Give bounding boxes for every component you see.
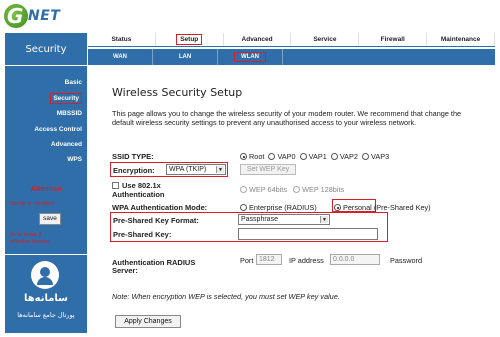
gnet-logo: G NET: [2, 1, 64, 31]
ssid-root-radio[interactable]: [240, 153, 247, 160]
radius-port-input[interactable]: 1812: [256, 254, 282, 265]
sidebar: Basic Security MBSSID Access Control Adv…: [5, 66, 87, 254]
tab-advanced[interactable]: Advanced: [224, 33, 292, 46]
chevron-down-icon: ▼: [216, 166, 224, 173]
encryption-select[interactable]: WPA (TKIP) ▼: [166, 164, 226, 175]
psk-label: Pre-Shared Key:: [113, 230, 172, 239]
sidebar-item-mbssid[interactable]: MBSSID: [57, 110, 82, 117]
logo-letter: G: [7, 4, 24, 28]
set-wep-key-button[interactable]: Set WEP Key: [240, 164, 296, 175]
use-8021x-label-line2: Authentication: [112, 190, 165, 199]
subtab-wlan[interactable]: WLAN: [218, 49, 283, 65]
sub-navigation: WAN LAN WLAN: [88, 49, 495, 65]
wpa-auth-personal: Personal (Pre-Shared Key): [334, 203, 431, 212]
wpa-personal-radio[interactable]: [334, 204, 341, 211]
attention-heading: Attention: [30, 186, 62, 193]
tab-status[interactable]: Status: [88, 33, 156, 46]
chevron-down-icon: ▼: [320, 216, 328, 223]
watermark-person-icon: [40, 267, 50, 277]
wep-note: Note: When encryption WEP is selected, y…: [112, 292, 340, 301]
logo-text: NET: [28, 8, 61, 24]
wep-128-radio[interactable]: [293, 186, 301, 193]
psk-input[interactable]: [238, 228, 378, 240]
tab-setup[interactable]: Setup: [156, 33, 224, 46]
ssid-vap3-radio[interactable]: [362, 153, 370, 160]
ssid-type-label: SSID TYPE:: [112, 152, 154, 161]
top-navigation: Status Setup Advanced Service Firewall M…: [88, 33, 495, 47]
wpa-enterprise-label: Enterprise (RADIUS): [249, 203, 317, 212]
sidebar-item-wps[interactable]: WPS: [67, 156, 82, 163]
radius-port-label: Port: [240, 256, 254, 265]
encryption-value: WPA (TKIP): [169, 166, 207, 173]
page-description: This page allows you to change the wirel…: [112, 109, 462, 127]
radius-label-line2: Server:: [112, 266, 138, 275]
ssid-vap2-label: VAP2: [339, 152, 358, 161]
section-title: Security: [5, 33, 87, 65]
attention-note: Config is modified: [10, 201, 54, 207]
ssid-vap2-radio[interactable]: [330, 153, 338, 160]
main-content: Wireless Security Setup This page allows…: [88, 66, 495, 337]
ssid-type-group: Root VAP0 VAP1 VAP2 VAP3: [240, 152, 389, 161]
subtab-lan[interactable]: LAN: [153, 49, 218, 65]
ssid-vap1-radio[interactable]: [299, 153, 307, 160]
psk-format-select[interactable]: Passphrase ▼: [238, 214, 330, 225]
sidebar-item-advanced[interactable]: Advanced: [51, 141, 82, 148]
use-8021x-checkbox[interactable]: [112, 182, 119, 189]
wpa-personal-label: Personal (Pre-Shared Key): [343, 203, 431, 212]
ssid-vap1-label: VAP1: [308, 152, 327, 161]
save-note-line1: Or to make it: [10, 232, 42, 238]
wep-64-label: WEP 64bits: [249, 185, 287, 194]
psk-format-label: Pre-Shared Key Format:: [113, 216, 199, 225]
wep-bits-group: WEP 64bits WEP 128bits: [240, 185, 344, 194]
radius-ip-input[interactable]: 0.0.0.0: [330, 254, 380, 265]
sidebar-item-basic[interactable]: Basic: [65, 79, 82, 86]
encryption-label: Encryption:: [113, 166, 155, 175]
wpa-enterprise-radio[interactable]: [240, 204, 247, 211]
page-title: Wireless Security Setup: [112, 86, 243, 99]
save-button[interactable]: save: [39, 213, 61, 225]
apply-changes-button[interactable]: Apply Changes: [115, 315, 181, 328]
radius-ip-label: IP address: [289, 256, 324, 265]
wpa-auth-label: WPA Authentication Mode:: [112, 203, 208, 212]
ssid-vap0-label: VAP0: [277, 152, 296, 161]
subtab-wan[interactable]: WAN: [88, 49, 153, 65]
use-8021x-label: Use 802.1x: [122, 181, 161, 190]
use-8021x-row: Use 802.1x: [112, 181, 161, 190]
sidebar-item-security[interactable]: Security: [50, 93, 82, 104]
ssid-vap0-radio[interactable]: [268, 153, 276, 160]
wep-64-radio[interactable]: [240, 186, 247, 193]
wep-128-label: WEP 128bits: [302, 185, 345, 194]
watermark-title: سامانه‌ها: [23, 293, 69, 304]
tab-maintenance[interactable]: Maintenance: [427, 33, 495, 46]
tab-firewall[interactable]: Firewall: [359, 33, 428, 46]
psk-format-value: Passphrase: [241, 216, 278, 223]
sidebar-item-access-control[interactable]: Access Control: [34, 126, 82, 133]
wpa-auth-enterprise: Enterprise (RADIUS): [240, 203, 317, 212]
radius-password-label: Password: [390, 256, 423, 265]
watermark-subtitle: پورتال جامع سامانه‌ها: [17, 311, 75, 319]
save-note-line2: effective forever!: [10, 239, 51, 245]
tab-service[interactable]: Service: [291, 33, 360, 46]
ssid-vap3-label: VAP3: [371, 152, 390, 161]
ssid-root-label: Root: [249, 152, 265, 161]
watermark: سامانه‌ها پورتال جامع سامانه‌ها: [5, 255, 87, 333]
